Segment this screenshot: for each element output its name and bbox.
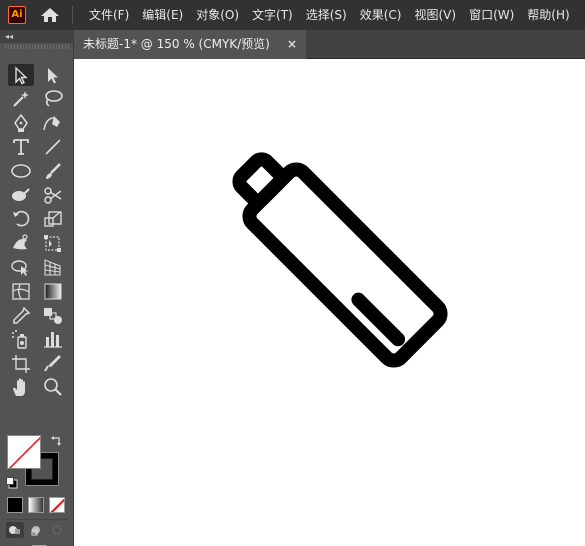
menu-window[interactable]: 窗口(W) xyxy=(469,0,514,30)
swap-fill-stroke-icon[interactable] xyxy=(49,434,63,448)
perspective-grid-icon xyxy=(44,259,61,276)
gradient-mode-button[interactable] xyxy=(28,497,44,513)
home-icon xyxy=(41,8,59,22)
scale-icon xyxy=(44,211,62,227)
zoom-magnifier-icon xyxy=(44,378,62,396)
ellipse-icon xyxy=(11,164,31,178)
free-transform-icon xyxy=(44,235,61,252)
menu-edit[interactable]: 编辑(E) xyxy=(142,0,183,30)
eyedropper-icon xyxy=(13,306,31,324)
collapse-panel-icon[interactable]: ◂◂ xyxy=(5,30,13,43)
tools-panel-header: ◂◂ xyxy=(0,30,74,43)
document-tab-title: 未标题-1* @ 150 % (CMYK/预览) xyxy=(83,37,270,51)
column-graph-icon xyxy=(44,332,62,348)
ellipse-tool[interactable] xyxy=(8,160,34,182)
close-icon[interactable]: × xyxy=(287,30,297,59)
zoom-tool[interactable] xyxy=(40,376,66,398)
none-slash-icon xyxy=(8,436,40,468)
magic-wand-tool[interactable] xyxy=(8,88,34,110)
menu-file[interactable]: 文件(F) xyxy=(89,0,129,30)
line-segment-tool[interactable] xyxy=(40,136,66,158)
artboard-icon xyxy=(12,355,30,373)
panel-grip[interactable] xyxy=(5,45,69,49)
shaper-tool[interactable] xyxy=(8,184,34,206)
scale-tool[interactable] xyxy=(40,208,66,230)
menu-view[interactable]: 视图(V) xyxy=(414,0,456,30)
menu-bar: Ai 文件(F) 编辑(E) 对象(O) 文字(T) 选择(S) 效果(C) 视… xyxy=(0,0,585,30)
blend-tool[interactable] xyxy=(40,304,66,326)
symbol-sprayer-icon xyxy=(12,330,27,349)
eyedropper-tool[interactable] xyxy=(8,304,34,326)
direct-selection-icon xyxy=(48,68,58,84)
selection-tool[interactable] xyxy=(8,64,34,86)
puppet-warp-tool[interactable] xyxy=(8,232,34,254)
rotate-tool[interactable] xyxy=(8,208,34,230)
none-mode-button[interactable] xyxy=(49,497,65,513)
paintbrush-tool[interactable] xyxy=(40,160,66,182)
puppet-warp-icon xyxy=(13,234,28,250)
gradient-tool[interactable] xyxy=(40,280,66,302)
rotate-icon xyxy=(13,210,30,227)
slice-knife-icon xyxy=(44,355,61,372)
artboard-tool[interactable] xyxy=(8,352,34,374)
tools-panel: ◂◂ xyxy=(0,30,74,546)
curvature-tool[interactable] xyxy=(40,112,66,134)
shape-builder-tool[interactable] xyxy=(8,256,34,278)
default-fill-stroke-icon[interactable] xyxy=(6,474,18,489)
pen-tool[interactable] xyxy=(8,112,34,134)
app-logo: Ai xyxy=(8,6,26,24)
free-transform-tool[interactable] xyxy=(40,232,66,254)
column-graph-tool[interactable] xyxy=(40,328,66,350)
blend-icon xyxy=(44,308,62,324)
magic-wand-icon xyxy=(13,91,29,107)
home-button[interactable] xyxy=(40,7,60,23)
curvature-pen-icon xyxy=(43,116,60,131)
hand-tool[interactable] xyxy=(8,376,34,398)
paintbrush-icon xyxy=(46,163,61,179)
symbol-sprayer-tool[interactable] xyxy=(8,328,34,350)
none-red-slash-icon xyxy=(50,498,64,512)
perspective-grid-tool[interactable] xyxy=(40,256,66,278)
hand-icon xyxy=(13,378,25,396)
shape-builder-icon xyxy=(11,260,28,276)
pen-icon xyxy=(14,113,28,132)
line-segment-icon xyxy=(45,139,61,155)
menu-items: 文件(F) 编辑(E) 对象(O) 文字(T) 选择(S) 效果(C) 视图(V… xyxy=(89,0,583,30)
draw-normal-icon xyxy=(9,526,20,534)
menu-select[interactable]: 选择(S) xyxy=(306,0,347,30)
lasso-icon xyxy=(45,90,63,107)
draw-behind-icon xyxy=(31,526,40,536)
draw-normal-button[interactable] xyxy=(6,522,24,538)
direct-selection-tool[interactable] xyxy=(40,64,66,86)
menu-help[interactable]: 帮助(H) xyxy=(527,0,569,30)
draw-inside-button[interactable] xyxy=(48,522,66,538)
type-t-icon xyxy=(13,139,29,155)
toolbar-divider xyxy=(6,519,68,520)
battery-terminal xyxy=(232,152,288,208)
menu-object[interactable]: 对象(O) xyxy=(196,0,239,30)
shaper-icon xyxy=(12,188,30,201)
draw-inside-icon xyxy=(52,525,62,535)
document-tab-bar: 未标题-1* @ 150 % (CMYK/预览) × xyxy=(74,30,585,59)
battery-icon-artwork[interactable] xyxy=(75,60,585,546)
fill-color-swatch[interactable] xyxy=(7,435,41,469)
draw-behind-button[interactable] xyxy=(27,522,45,538)
scissors-tool[interactable] xyxy=(40,184,66,206)
mesh-tool[interactable] xyxy=(8,280,34,302)
slice-tool[interactable] xyxy=(40,352,66,374)
mesh-icon xyxy=(12,283,30,300)
gradient-icon xyxy=(44,283,62,300)
document-tab[interactable]: 未标题-1* @ 150 % (CMYK/预览) × xyxy=(74,30,306,59)
color-mode-button[interactable] xyxy=(7,497,23,513)
artboard-canvas[interactable] xyxy=(75,60,585,546)
menu-separator xyxy=(72,6,73,24)
menu-type[interactable]: 文字(T) xyxy=(252,0,293,30)
scissors-icon xyxy=(44,187,62,204)
lasso-tool[interactable] xyxy=(40,88,66,110)
selection-arrow-icon xyxy=(15,66,28,85)
menu-effect[interactable]: 效果(C) xyxy=(360,0,402,30)
type-tool[interactable] xyxy=(8,136,34,158)
